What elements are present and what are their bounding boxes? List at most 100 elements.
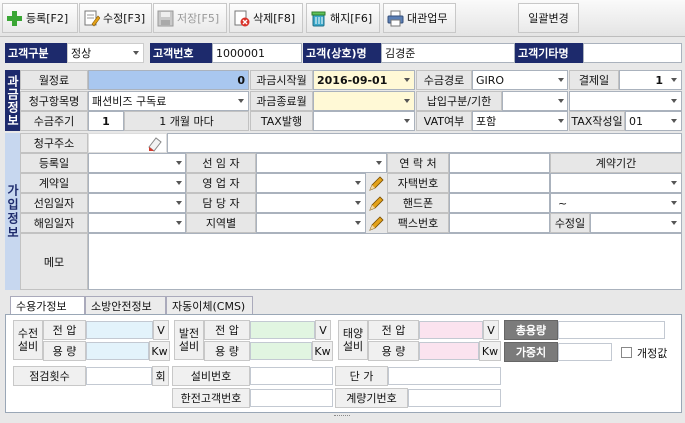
- delete-button[interactable]: 삭제[F8]: [229, 3, 303, 33]
- cycle-label: 수금주기: [20, 111, 88, 131]
- cust-other-field[interactable]: [583, 43, 682, 63]
- chevron-down-icon: [558, 78, 564, 82]
- chevron-down-icon: [558, 119, 564, 123]
- vat-select[interactable]: 포함: [472, 111, 568, 131]
- cycle-field[interactable]: 1: [88, 111, 124, 131]
- equip-no-label: 설비번호: [172, 366, 250, 386]
- revised-label: 개정값: [637, 347, 668, 360]
- tax-issue-select[interactable]: [313, 111, 415, 131]
- pencil-icon[interactable]: [368, 195, 385, 212]
- contract-start-field[interactable]: [550, 173, 682, 193]
- dev-voltage-field[interactable]: [250, 321, 315, 339]
- home-phone-field[interactable]: [449, 173, 550, 193]
- renew-field[interactable]: [590, 213, 682, 233]
- kepco-no-field[interactable]: [250, 389, 333, 407]
- tab-auto-transfer[interactable]: 자동이체(CMS): [166, 296, 253, 314]
- weight-field[interactable]: [558, 343, 612, 361]
- bill-addr-field[interactable]: [167, 133, 682, 153]
- bill-addr-label: 청구주소: [20, 133, 88, 153]
- pay-deadline-select[interactable]: [569, 91, 682, 111]
- toolbar: 등록[F2] 수정[F3] 저장[F5] 삭제[F8] 해지[F6] 대관업무 …: [0, 0, 685, 37]
- rx-capacity-field[interactable]: [86, 342, 149, 360]
- manager-select[interactable]: [256, 193, 366, 213]
- rx-voltage-label: 전 압: [43, 320, 86, 340]
- cust-other-label: 고객기타명: [515, 43, 583, 63]
- contact-field[interactable]: [449, 153, 550, 173]
- home-phone-label: 자택번호: [387, 173, 449, 193]
- chevron-down-icon: [133, 51, 139, 55]
- contract-date-field[interactable]: [88, 173, 186, 193]
- meter-no-label: 계량기번호: [335, 388, 408, 408]
- rx-capacity-unit: Kw: [149, 341, 170, 361]
- chevron-down-icon: [671, 221, 677, 225]
- solar-voltage-field[interactable]: [419, 321, 483, 339]
- bill-end-field[interactable]: [313, 91, 415, 111]
- equip-no-field[interactable]: [250, 367, 333, 385]
- dev-capacity-field[interactable]: [250, 342, 312, 360]
- bill-item-label: 청구항목명: [20, 91, 88, 111]
- tab-receiver-info[interactable]: 수용가정보: [10, 296, 85, 315]
- printer-icon: [387, 10, 404, 27]
- save-icon: [157, 10, 174, 27]
- chevron-down-icon: [376, 161, 382, 165]
- register-button[interactable]: 등록[F2]: [2, 3, 78, 33]
- chevron-down-icon: [404, 99, 410, 103]
- collect-route-select[interactable]: GIRO: [472, 70, 568, 90]
- memo-label: 메모: [20, 233, 88, 290]
- pencil-icon[interactable]: [368, 175, 385, 192]
- collect-route-label: 수금경로: [416, 70, 472, 90]
- solar-label: 태양 설비: [338, 320, 368, 360]
- monthly-fee-field[interactable]: 0: [88, 70, 249, 90]
- cust-name-label: 고객(상호)명: [303, 43, 381, 63]
- bill-start-field[interactable]: 2016-09-01: [313, 70, 415, 90]
- cancel-date-field[interactable]: [88, 213, 186, 233]
- fax-field[interactable]: [449, 213, 550, 233]
- bill-end-label: 과금종료월: [250, 91, 313, 111]
- mobile-field[interactable]: [449, 193, 550, 213]
- admin-work-button[interactable]: 대관업무: [383, 3, 456, 33]
- revised-checkbox[interactable]: [621, 347, 632, 358]
- cust-no-field[interactable]: 1000001: [212, 43, 302, 63]
- save-button[interactable]: 저장[F5]: [153, 3, 227, 33]
- bill-start-label: 과금시작월: [250, 70, 313, 90]
- solar-capacity-field[interactable]: [419, 342, 479, 360]
- dev-voltage-unit: V: [315, 320, 331, 340]
- weight-label: 가중치: [504, 342, 558, 362]
- chevron-down-icon: [355, 181, 361, 185]
- resize-grip[interactable]: [334, 415, 350, 418]
- eraser-icon[interactable]: [146, 135, 163, 152]
- tab-fire-safety[interactable]: 소방안전정보: [85, 296, 166, 314]
- cust-no-label: 고객번호: [150, 43, 212, 63]
- cust-name-field[interactable]: 김경준: [381, 43, 515, 63]
- chevron-down-icon: [176, 181, 182, 185]
- chevron-down-icon: [671, 201, 677, 205]
- unit-price-field[interactable]: [388, 367, 501, 385]
- rx-voltage-field[interactable]: [86, 321, 153, 339]
- trash-icon: [310, 10, 327, 27]
- mobile-label: 핸드폰: [387, 193, 449, 213]
- contract-end-field[interactable]: ~: [550, 193, 682, 213]
- total-capacity-field[interactable]: [558, 321, 665, 339]
- pencil-icon[interactable]: [368, 215, 385, 232]
- edit-button[interactable]: 수정[F3]: [79, 3, 152, 33]
- inspect-field[interactable]: [86, 367, 152, 385]
- cancel-contract-button[interactable]: 해지[F6]: [306, 3, 380, 33]
- chevron-down-icon: [355, 221, 361, 225]
- chevron-down-icon: [404, 119, 410, 123]
- chevron-down-icon: [558, 99, 564, 103]
- bulk-change-button[interactable]: 일괄변경: [518, 3, 579, 33]
- region-select[interactable]: [256, 213, 366, 233]
- prev-person-select[interactable]: [256, 153, 387, 173]
- solar-voltage-unit: V: [483, 320, 499, 340]
- chevron-down-icon: [176, 201, 182, 205]
- meter-no-field[interactable]: [408, 389, 501, 407]
- sales-select[interactable]: [256, 173, 366, 193]
- chevron-down-icon: [404, 78, 410, 82]
- reg-date-field[interactable]: [88, 153, 186, 173]
- reg-date-label: 등록일: [20, 153, 88, 173]
- dev-label: 발전 설비: [174, 320, 204, 360]
- monthly-fee-label: 월정료: [20, 70, 88, 90]
- prev-date-field[interactable]: [88, 193, 186, 213]
- bill-item-select[interactable]: 패션비즈 구독료: [88, 91, 249, 111]
- memo-field[interactable]: [88, 233, 682, 290]
